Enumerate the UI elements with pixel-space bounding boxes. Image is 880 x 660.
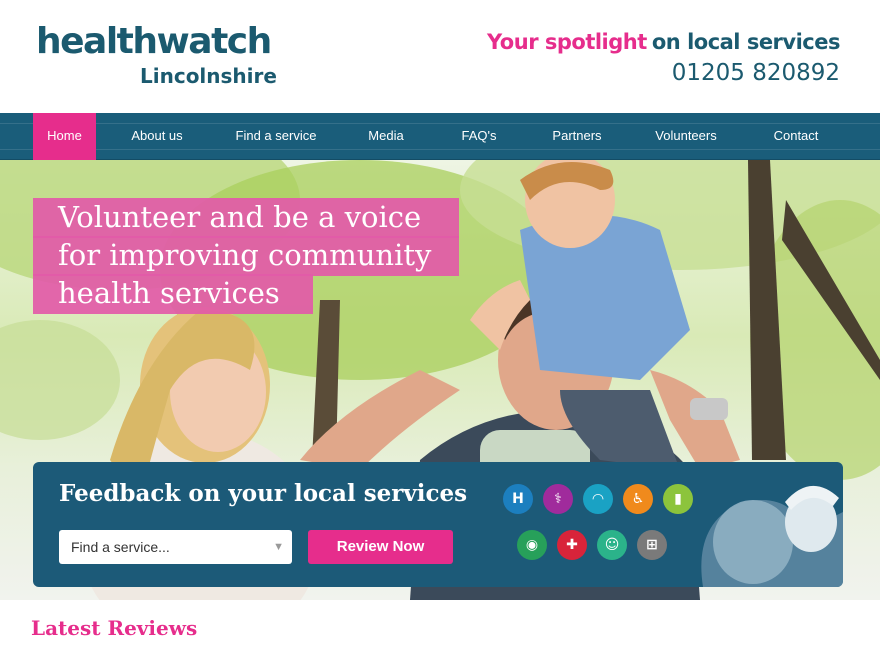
tagline-rest: on local services <box>651 30 841 54</box>
nav-item-volunteers[interactable]: Volunteers <box>644 113 728 160</box>
community-icon[interactable]: ☺ <box>597 530 627 560</box>
feedback-title: Feedback on your local services <box>59 480 468 507</box>
logo-region: Lincolnshire <box>140 64 277 88</box>
elderly-child-photo <box>701 485 843 587</box>
ambulance-icon[interactable]: ✚ <box>557 530 587 560</box>
nav-item-find-a-service[interactable]: Find a service <box>224 113 328 160</box>
phone-number[interactable]: 01205 820892 <box>672 60 840 86</box>
feedback-panel: Feedback on your local services Find a s… <box>33 462 843 587</box>
hero-line-2: for improving community <box>58 238 432 272</box>
eye-icon[interactable]: ◉ <box>517 530 547 560</box>
latest-reviews-heading: Latest Reviews <box>31 616 198 640</box>
service-select[interactable]: Find a service... ▼ <box>59 530 292 564</box>
walking-aid-icon[interactable]: ♿ <box>623 484 653 514</box>
tagline: Your spotlight on local services <box>487 30 840 54</box>
main-navigation: Home About us Find a service Media FAQ's… <box>0 113 880 160</box>
hero-line-3: health services <box>58 276 280 310</box>
chevron-down-icon: ▼ <box>273 541 284 553</box>
nav-item-partners[interactable]: Partners <box>540 113 614 160</box>
first-aid-icon[interactable]: ⊞ <box>637 530 667 560</box>
healthwatch-logo[interactable]: healthwatch Lincolnshire <box>36 22 296 92</box>
nav-item-about-us[interactable]: About us <box>118 113 196 160</box>
hero-headline: Volunteer and be a voice for improving c… <box>58 198 431 312</box>
service-select-value: Find a service... <box>71 539 170 555</box>
nav-item-faqs[interactable]: FAQ's <box>448 113 510 160</box>
nav-item-contact[interactable]: Contact <box>760 113 832 160</box>
nav-item-media[interactable]: Media <box>356 113 416 160</box>
stethoscope-icon[interactable]: ⚕ <box>543 484 573 514</box>
hero-line-1: Volunteer and be a voice <box>58 200 422 234</box>
hospital-icon[interactable]: H <box>503 484 533 514</box>
tooth-icon[interactable]: ◠ <box>583 484 613 514</box>
tagline-highlight: Your spotlight <box>487 30 647 54</box>
review-now-button[interactable]: Review Now <box>308 530 453 564</box>
nav-item-home[interactable]: Home <box>33 113 96 160</box>
site-header: healthwatch Lincolnshire Your spotlight … <box>0 0 880 113</box>
logo-wordmark: healthwatch <box>36 21 272 62</box>
